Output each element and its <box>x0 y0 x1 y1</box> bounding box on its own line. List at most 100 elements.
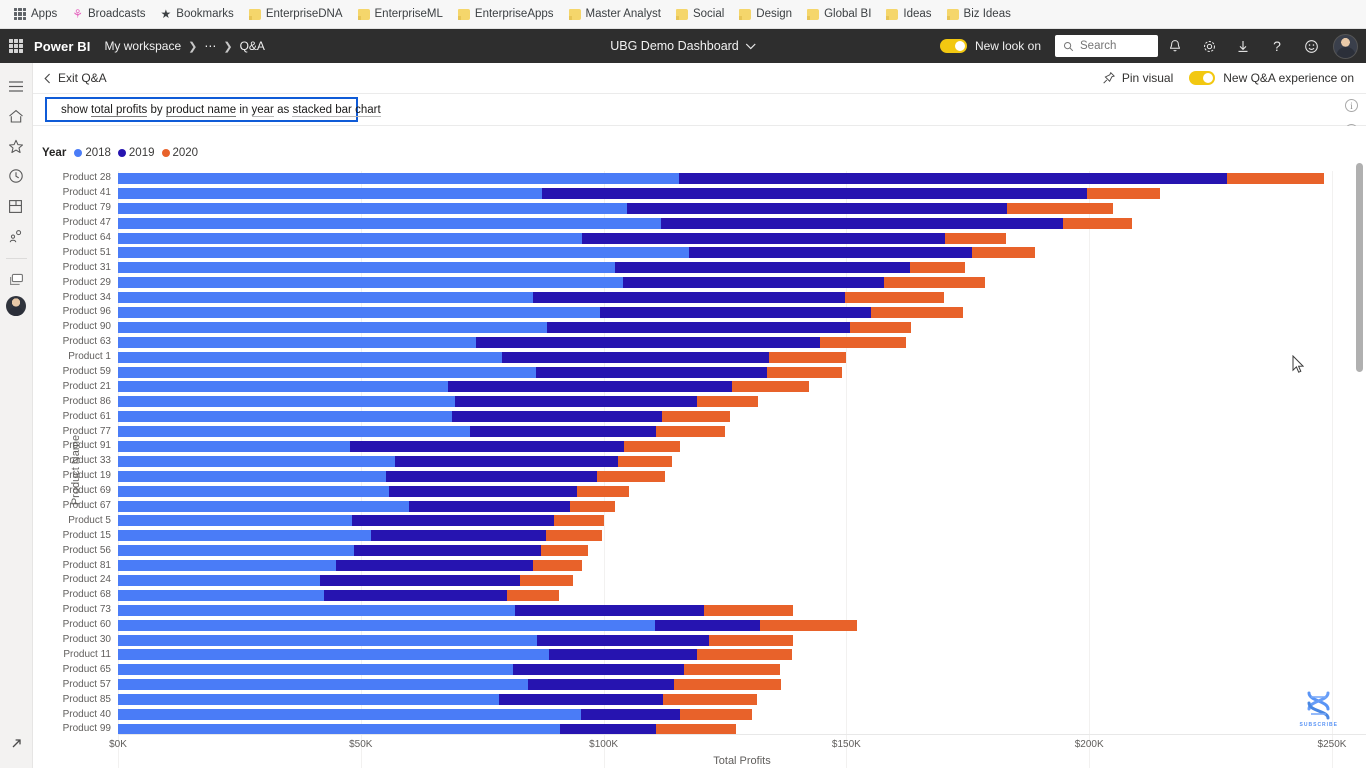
my-workspace-avatar[interactable] <box>6 296 26 316</box>
stacked-bar[interactable] <box>118 426 1366 438</box>
bar-segment-2018[interactable] <box>118 202 627 214</box>
bar-segment-2019[interactable] <box>535 366 768 378</box>
stacked-bar[interactable] <box>118 664 1366 676</box>
legend-item-2020[interactable]: 2020 <box>161 147 198 159</box>
new-qa-experience-toggle[interactable] <box>1189 71 1216 85</box>
stacked-bar[interactable] <box>118 381 1366 393</box>
bar-segment-2019[interactable] <box>319 574 521 586</box>
bar-segment-2019[interactable] <box>548 649 697 661</box>
bar-segment-2020[interactable] <box>768 351 846 363</box>
stacked-bar[interactable] <box>118 679 1366 691</box>
legend-item-2018[interactable]: 2018 <box>74 147 111 159</box>
stacked-bar[interactable] <box>118 202 1366 214</box>
stacked-bar[interactable] <box>118 574 1366 586</box>
stacked-bar[interactable] <box>118 217 1366 229</box>
bookmark-item[interactable]: Design <box>733 6 801 22</box>
chart-row[interactable]: Product 24 <box>33 573 1366 588</box>
bar-segment-2019[interactable] <box>623 277 885 289</box>
stacked-bar[interactable] <box>118 411 1366 423</box>
bar-segment-2020[interactable] <box>683 664 781 676</box>
bar-segment-2019[interactable] <box>546 321 851 333</box>
chart-row[interactable]: Product 60 <box>33 618 1366 633</box>
bookmark-item[interactable]: Global BI <box>801 6 880 22</box>
bar-segment-2019[interactable] <box>498 694 663 706</box>
bar-segment-2020[interactable] <box>597 470 666 482</box>
stacked-bar[interactable] <box>118 321 1366 333</box>
notifications-bell-icon[interactable] <box>1158 29 1192 63</box>
bookmark-item[interactable]: EnterpriseML <box>352 6 452 22</box>
chart-row[interactable]: Product 47 <box>33 216 1366 231</box>
bar-segment-2019[interactable] <box>469 426 656 438</box>
stacked-bar[interactable] <box>118 530 1366 542</box>
bar-segment-2018[interactable] <box>118 455 395 467</box>
stacked-bar[interactable] <box>118 634 1366 646</box>
stacked-bar[interactable] <box>118 619 1366 631</box>
bookmark-item[interactable]: Master Analyst <box>563 6 670 22</box>
stacked-bar[interactable] <box>118 545 1366 557</box>
bar-segment-2019[interactable] <box>679 172 1228 184</box>
bar-segment-2019[interactable] <box>352 515 554 527</box>
breadcrumb-overflow[interactable]: ⋯ <box>204 39 216 53</box>
bar-segment-2018[interactable] <box>118 277 624 289</box>
report-title-dropdown[interactable]: UBG Demo Dashboard <box>610 39 756 53</box>
powerbi-brand-label[interactable]: Power BI <box>34 39 90 54</box>
bar-segment-2018[interactable] <box>118 679 529 691</box>
apps-icon[interactable] <box>0 191 33 221</box>
bar-segment-2018[interactable] <box>118 247 689 259</box>
bar-segment-2019[interactable] <box>350 440 625 452</box>
bar-segment-2018[interactable] <box>118 366 536 378</box>
bar-segment-2020[interactable] <box>884 277 985 289</box>
bar-segment-2020[interactable] <box>624 440 681 452</box>
stacked-bar[interactable] <box>118 500 1366 512</box>
stacked-bar[interactable] <box>118 232 1366 244</box>
bar-segment-2019[interactable] <box>454 396 698 408</box>
bar-segment-2018[interactable] <box>118 470 387 482</box>
bar-segment-2019[interactable] <box>515 604 704 616</box>
bar-segment-2018[interactable] <box>118 649 549 661</box>
bar-segment-2020[interactable] <box>910 262 965 274</box>
bar-segment-2020[interactable] <box>844 292 945 304</box>
bar-segment-2020[interactable] <box>871 306 964 318</box>
bar-segment-2020[interactable] <box>972 247 1035 259</box>
bar-segment-2019[interactable] <box>448 381 733 393</box>
bar-segment-2018[interactable] <box>118 664 513 676</box>
chart-row[interactable]: Product 11 <box>33 648 1366 663</box>
chart-row[interactable]: Product 91 <box>33 439 1366 454</box>
chart-row[interactable]: Product 21 <box>33 379 1366 394</box>
bar-segment-2018[interactable] <box>118 485 389 497</box>
stacked-bar[interactable] <box>118 247 1366 259</box>
bookmark-item[interactable]: EnterpriseApps <box>452 6 563 22</box>
chart-row[interactable]: Product 5 <box>33 513 1366 528</box>
bar-segment-2018[interactable] <box>118 574 320 586</box>
bar-segment-2018[interactable] <box>118 619 655 631</box>
chart-row[interactable]: Product 79 <box>33 201 1366 216</box>
hamburger-menu-icon[interactable] <box>0 71 33 101</box>
bar-segment-2018[interactable] <box>118 604 516 616</box>
chart-row[interactable]: Product 86 <box>33 394 1366 409</box>
breadcrumb-workspace[interactable]: My workspace <box>104 39 181 53</box>
stacked-bar[interactable] <box>118 694 1366 706</box>
global-search-input[interactable] <box>1080 40 1150 52</box>
bar-segment-2020[interactable] <box>1227 172 1324 184</box>
bar-segment-2020[interactable] <box>533 560 582 572</box>
chart-row[interactable]: Product 81 <box>33 558 1366 573</box>
bar-segment-2020[interactable] <box>1086 187 1160 199</box>
bar-segment-2018[interactable] <box>118 530 372 542</box>
legend-item-2019[interactable]: 2019 <box>117 147 155 159</box>
stacked-bar[interactable] <box>118 292 1366 304</box>
chart-row[interactable]: Product 57 <box>33 677 1366 692</box>
chart-row[interactable]: Product 61 <box>33 409 1366 424</box>
stacked-bar[interactable] <box>118 709 1366 720</box>
bar-segment-2020[interactable] <box>703 604 793 616</box>
bar-segment-2019[interactable] <box>476 336 820 348</box>
home-icon[interactable] <box>0 101 33 131</box>
bar-segment-2019[interactable] <box>654 619 761 631</box>
bar-segment-2020[interactable] <box>850 321 911 333</box>
chart-row[interactable]: Product 51 <box>33 245 1366 260</box>
bar-segment-2019[interactable] <box>614 262 911 274</box>
bar-segment-2019[interactable] <box>409 500 571 512</box>
stacked-bar[interactable] <box>118 470 1366 482</box>
stacked-bar[interactable] <box>118 440 1366 452</box>
bar-segment-2020[interactable] <box>617 455 673 467</box>
stacked-bar[interactable] <box>118 485 1366 497</box>
